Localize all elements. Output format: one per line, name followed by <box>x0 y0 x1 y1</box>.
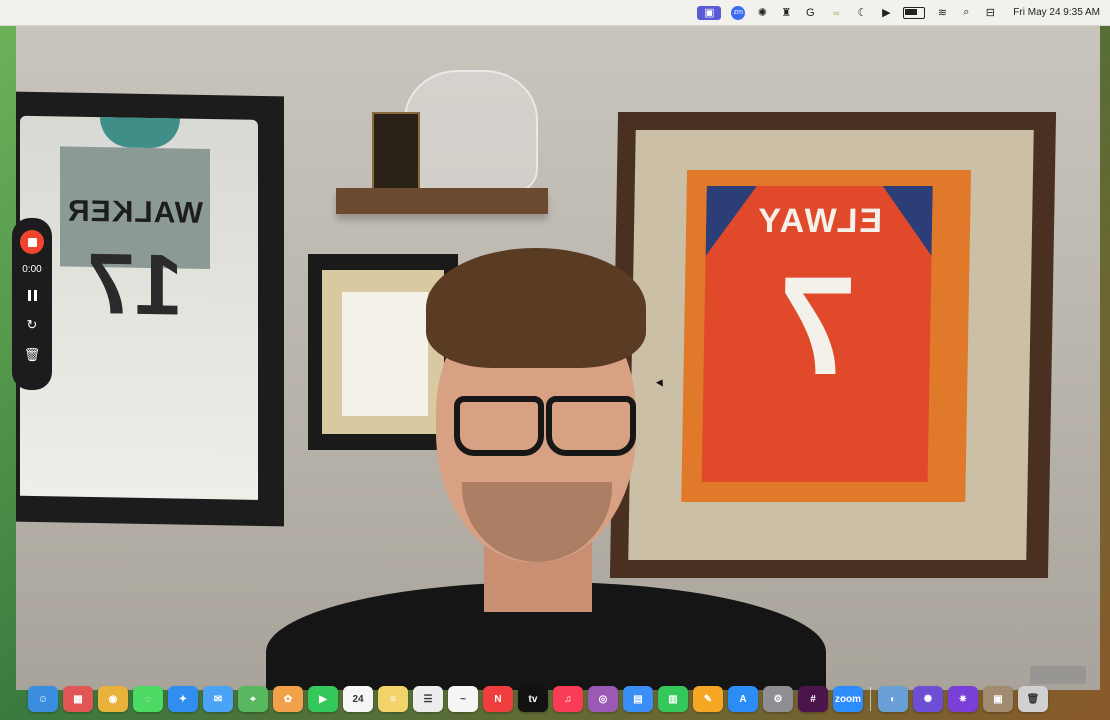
camera-video: WALKER 17 ELWAY 7 <box>16 22 1100 690</box>
glasses-left-lens <box>454 396 544 456</box>
dock-mail-icon[interactable]: ✉ <box>203 686 233 712</box>
glasses-right-lens <box>546 396 636 456</box>
dock-safari-icon[interactable]: ✦ <box>168 686 198 712</box>
loop-icon[interactable]: ∞ <box>827 6 845 20</box>
restart-icon: ↻ <box>26 317 38 332</box>
glass-trophy <box>404 70 538 194</box>
dock-keynote-icon[interactable]: ▤ <box>623 686 653 712</box>
recording-timer: 0:00 <box>22 264 42 275</box>
dock-separator <box>870 687 871 711</box>
dock-tv-icon[interactable]: tv <box>518 686 548 712</box>
dock-news-icon[interactable]: N <box>483 686 513 712</box>
control-center-icon[interactable]: ⊟ <box>983 6 997 20</box>
dock-zoom-icon[interactable]: zoom <box>833 686 863 712</box>
menu-extras: ▣ zm ✺ ♜ G ∞ ☾ ▶ ≋ ⌕ ⊟ Fri May 24 9:35 A… <box>697 5 1100 20</box>
dock-slack-icon[interactable]: # <box>798 686 828 712</box>
dock-chrome-icon[interactable]: ◉ <box>98 686 128 712</box>
dock-podcasts-icon[interactable]: ◎ <box>588 686 618 712</box>
menu-clock[interactable]: Fri May 24 9:35 AM <box>1013 7 1100 18</box>
person-hair <box>426 248 646 368</box>
wifi-icon[interactable]: ≋ <box>935 6 949 20</box>
white-jersey: WALKER 17 <box>20 115 258 500</box>
dock-reminders-icon[interactable]: ☰ <box>413 686 443 712</box>
moon-icon[interactable]: ☾ <box>855 6 869 20</box>
dock-preview-icon[interactable]: ◐ <box>878 686 908 712</box>
delete-recording-button[interactable]: 🗑 <box>22 345 42 365</box>
grammarly-icon[interactable]: G <box>803 6 817 20</box>
dock-notes-icon[interactable]: ≡ <box>378 686 408 712</box>
orange-jersey: ELWAY 7 <box>701 186 933 482</box>
menu-bar: ▣ zm ✺ ♜ G ∞ ☾ ▶ ≋ ⌕ ⊟ Fri May 24 9:35 A… <box>0 0 1110 26</box>
screen-record-icon[interactable]: ▣ <box>697 5 722 20</box>
dock-chatgpt-icon[interactable]: ✺ <box>913 686 943 712</box>
pause-icon <box>27 289 37 301</box>
wall-shelf <box>336 188 548 214</box>
dock-pages-icon[interactable]: ✎ <box>693 686 723 712</box>
dock-launchpad-icon[interactable]: ▦ <box>63 686 93 712</box>
dock-trash-icon[interactable]: 🗑 <box>1018 686 1048 712</box>
award-plaque <box>372 112 420 192</box>
stop-recording-button[interactable] <box>20 230 44 254</box>
dock-music-icon[interactable]: ♫ <box>553 686 583 712</box>
dock-camera-preview-icon[interactable]: ▣ <box>983 686 1013 712</box>
dock-calendar-icon[interactable]: 24 <box>343 686 373 712</box>
framed-jersey-left: WALKER 17 <box>16 91 284 527</box>
battery-icon[interactable] <box>903 6 926 19</box>
jersey-number-7: 7 <box>777 247 858 404</box>
dock-maps-icon[interactable]: ⌖ <box>238 686 268 712</box>
zoom-icon[interactable]: zm <box>731 5 746 20</box>
framed-jersey-right: ELWAY 7 <box>609 112 1057 578</box>
bookmark-icon[interactable]: ♜ <box>779 6 793 20</box>
video-corner-overlay <box>1030 666 1086 684</box>
pause-button[interactable] <box>22 285 42 305</box>
jersey-number-17: 17 <box>87 235 183 334</box>
recording-controls: 0:00 ↻ 🗑 <box>12 218 52 390</box>
search-icon[interactable]: ⌕ <box>959 6 973 20</box>
dock-messages-icon[interactable]: ◌ <box>133 686 163 712</box>
play-circle-icon[interactable]: ▶ <box>879 6 893 20</box>
dock: ☺ ▦ ◉ ◌ ✦ ✉ ⌖ ✿ ▶ 24 ≡ ☰ ~ Ntv ♫ ◎ ▤ ▥ ✎ A ⚙ # zoom ◐ ✺ ✷ ▣ 🗑 <box>28 684 1082 714</box>
dock-facetime-icon[interactable]: ▶ <box>308 686 338 712</box>
restart-button[interactable]: ↻ <box>22 315 42 335</box>
jersey-name-walker: WALKER <box>67 194 203 230</box>
gear-icon[interactable]: ✺ <box>755 6 769 20</box>
dock-numbers-icon[interactable]: ▥ <box>658 686 688 712</box>
dock-perplexity-icon[interactable]: ✷ <box>948 686 978 712</box>
trash-icon: 🗑 <box>23 347 41 362</box>
dock-finder-icon[interactable]: ☺ <box>28 686 58 712</box>
dock-app-store-icon[interactable]: A <box>728 686 758 712</box>
dock-photos-icon[interactable]: ✿ <box>273 686 303 712</box>
dock-freeform-icon[interactable]: ~ <box>448 686 478 712</box>
dock-system-settings-icon[interactable]: ⚙ <box>763 686 793 712</box>
jersey-name-elway: ELWAY <box>755 202 883 240</box>
